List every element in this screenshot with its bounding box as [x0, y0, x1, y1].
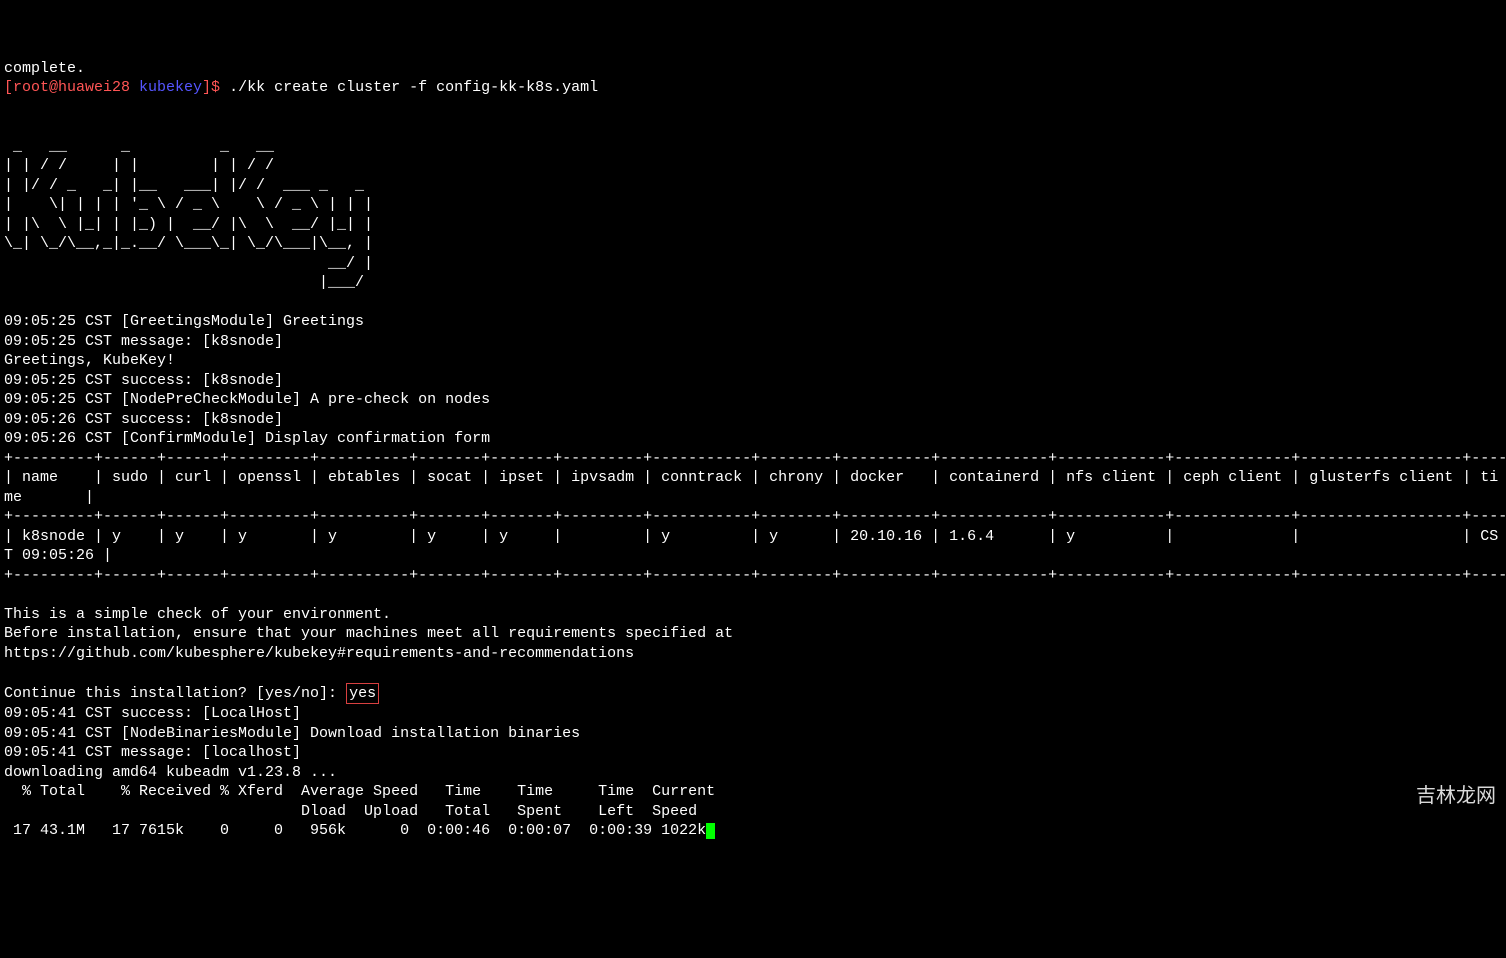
log-line: Greetings, KubeKey! [4, 352, 175, 369]
prompt-cwd: kubekey [139, 79, 202, 96]
info-line: Before installation, ensure that your ma… [4, 625, 733, 642]
log-line: 09:05:41 CST success: [LocalHost] [4, 705, 301, 722]
info-line: This is a simple check of your environme… [4, 606, 391, 623]
prompt-suffix: ]$ [202, 79, 229, 96]
confirm-answer[interactable]: yes [346, 683, 379, 705]
command-text: ./kk create cluster -f config-kk-k8s.yam… [229, 79, 598, 96]
confirm-prompt: Continue this installation? [yes/no]: [4, 685, 346, 702]
curl-header: % Total % Received % Xferd Average Speed… [4, 783, 715, 800]
curl-header: Dload Upload Total Spent Left Speed [4, 803, 697, 820]
table-row-wrap: T 09:05:26 | [4, 547, 112, 564]
terminal-output[interactable]: complete. [root@huawei28 kubekey]$ ./kk … [0, 59, 1506, 841]
watermark: 吉林龙网 [1416, 783, 1496, 809]
log-line: 09:05:25 CST [NodePreCheckModule] A pre-… [4, 391, 490, 408]
log-line: 09:05:26 CST [ConfirmModule] Display con… [4, 430, 490, 447]
ascii-logo: _ __ _ _ __ | | / / | | | | / / | |/ / _… [4, 138, 373, 292]
curl-row: 17 43.1M 17 7615k 0 0 956k 0 0:00:46 0:0… [4, 822, 706, 839]
log-line: 09:05:25 CST [GreetingsModule] Greetings [4, 313, 364, 330]
table-border: +---------+------+------+---------+-----… [4, 567, 1506, 584]
truncated-line: complete. [4, 60, 85, 77]
terminal-cursor [706, 823, 715, 839]
table-header: | name | sudo | curl | openssl | ebtable… [4, 469, 1498, 486]
log-line: downloading amd64 kubeadm v1.23.8 ... [4, 764, 337, 781]
prompt-user-host: [root@huawei28 [4, 79, 139, 96]
table-border: +---------+------+------+---------+-----… [4, 450, 1506, 467]
log-line: 09:05:41 CST message: [localhost] [4, 744, 301, 761]
info-line: https://github.com/kubesphere/kubekey#re… [4, 645, 634, 662]
log-line: 09:05:25 CST message: [k8snode] [4, 333, 283, 350]
table-header-wrap: me | [4, 489, 94, 506]
log-line: 09:05:41 CST [NodeBinariesModule] Downlo… [4, 725, 580, 742]
log-line: 09:05:26 CST success: [k8snode] [4, 411, 283, 428]
table-border: +---------+------+------+---------+-----… [4, 508, 1506, 525]
table-row: | k8snode | y | y | y | y | y | y | | y … [4, 528, 1498, 545]
log-line: 09:05:25 CST success: [k8snode] [4, 372, 283, 389]
